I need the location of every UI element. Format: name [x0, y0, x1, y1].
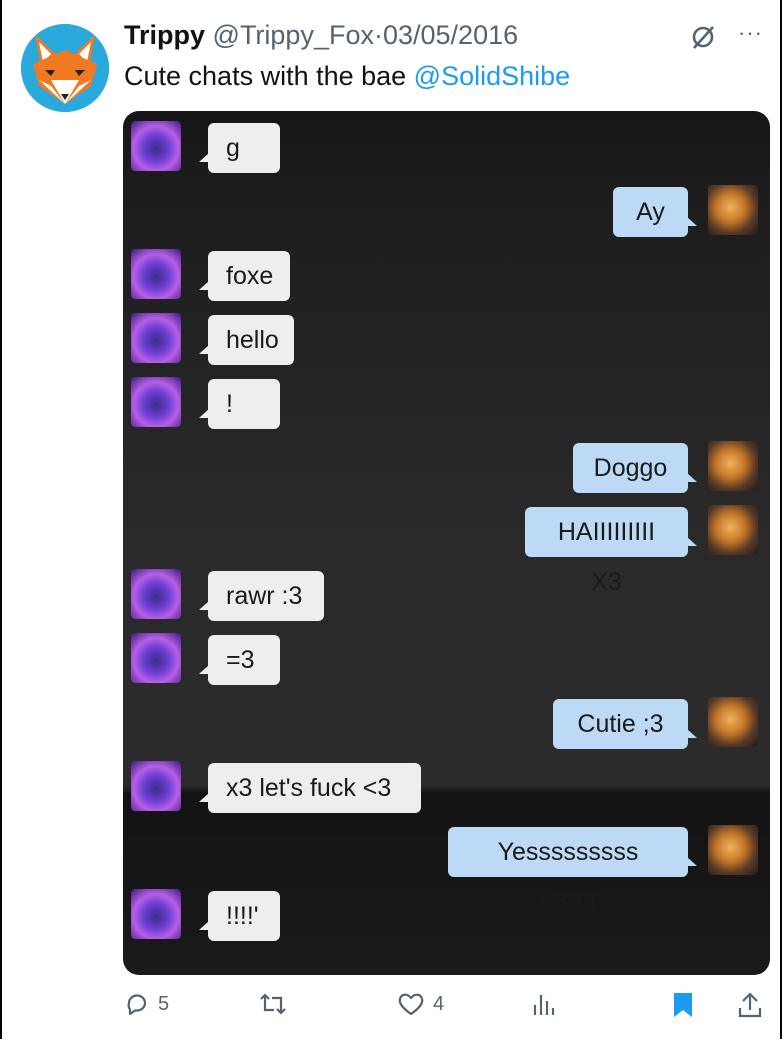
recipient-avatar: [708, 505, 758, 555]
chat-message: HAIIIIIIIII X3: [525, 507, 697, 596]
chat-message: foxe: [199, 251, 290, 301]
reply-icon: [127, 994, 147, 1016]
chat-screenshot-image[interactable]: g Ay foxe hello ! Doggo HAIIIIIIIII X3 r…: [123, 111, 770, 975]
chat-message: Cutie ;3: [553, 699, 697, 749]
chat-message: hello: [199, 315, 294, 365]
more-options-icon[interactable]: ···: [738, 20, 763, 46]
views-button[interactable]: [531, 991, 555, 1017]
tweet-text-body: Cute chats with the bae: [124, 61, 414, 91]
sender-avatar: [131, 889, 181, 939]
bookmark-button[interactable]: [672, 991, 694, 1019]
tweet-header: Trippy @Trippy_Fox·03/05/2016: [124, 20, 518, 51]
sender-avatar: [131, 249, 181, 299]
bookmark-icon: [674, 993, 692, 1017]
avatar[interactable]: [21, 24, 109, 112]
recipient-avatar: [708, 441, 758, 491]
chat-message: Yesssssssss <333: [448, 827, 697, 916]
recipient-avatar: [708, 185, 758, 235]
heart-icon: [398, 993, 424, 1016]
sender-avatar: [131, 313, 181, 363]
retweet-button[interactable]: [258, 991, 288, 1017]
separator: ·: [373, 20, 383, 50]
recipient-avatar: [708, 697, 758, 747]
sender-avatar: [131, 121, 181, 171]
share-button[interactable]: [738, 991, 762, 1019]
chat-message: =3: [199, 635, 280, 685]
chat-message: Doggo: [573, 443, 697, 493]
chat-message: !: [199, 379, 280, 429]
sender-avatar: [131, 569, 181, 619]
fox-avatar-icon: [21, 24, 109, 112]
sender-avatar: [131, 633, 181, 683]
display-name[interactable]: Trippy: [124, 20, 205, 50]
retweet-icon: [260, 993, 286, 1015]
like-button[interactable]: 4: [397, 991, 444, 1017]
chat-message: !!!!': [199, 891, 280, 941]
share-icon: [738, 992, 762, 1018]
tweet-text: Cute chats with the bae @SolidShibe: [124, 61, 570, 92]
tweet-actions: 5 4: [0, 985, 784, 1029]
handle[interactable]: @Trippy_Fox: [213, 20, 374, 50]
analytics-icon: [533, 995, 555, 1015]
chat-message: rawr :3: [199, 571, 324, 621]
chat-message: g: [199, 123, 280, 173]
reply-button[interactable]: 5: [124, 991, 169, 1017]
reply-count: 5: [158, 992, 170, 1015]
grok-icon[interactable]: [690, 24, 716, 50]
sender-avatar: [131, 761, 181, 811]
chat-message: Ay: [613, 187, 697, 237]
tweet-date[interactable]: 03/05/2016: [383, 20, 518, 50]
recipient-avatar: [708, 825, 758, 875]
sender-avatar: [131, 377, 181, 427]
like-count: 4: [433, 992, 445, 1015]
chat-message: x3 let's fuck <3: [199, 763, 421, 813]
mention-link[interactable]: @SolidShibe: [414, 61, 571, 91]
